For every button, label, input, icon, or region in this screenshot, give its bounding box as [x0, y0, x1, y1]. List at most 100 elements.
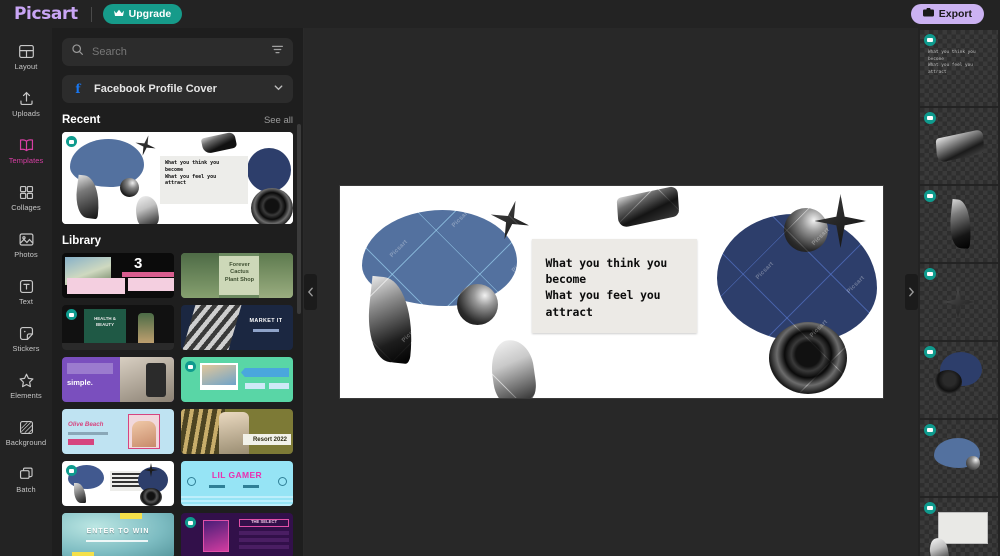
template-market-it[interactable]: MARKET IT	[181, 305, 293, 350]
recent-section-header: Recent See all	[62, 114, 293, 126]
sidebar-label: Templates	[8, 156, 44, 166]
tool-rail: Layout Uploads Templates Collages Photos…	[0, 28, 52, 556]
background-icon	[18, 419, 35, 436]
sidebar-item-batch[interactable]: Batch	[0, 457, 52, 503]
layer-note-hand[interactable]	[920, 498, 998, 556]
layer-blob-dark[interactable]	[920, 342, 998, 418]
search-input[interactable]	[92, 46, 263, 58]
library-section-header: Library	[62, 235, 293, 247]
sidebar-item-text[interactable]: Text	[0, 269, 52, 315]
sidebar-item-uploads[interactable]: Uploads	[0, 81, 52, 127]
filter-icon[interactable]	[271, 43, 284, 61]
template-enter-to-win[interactable]: ENTER TO WIN	[62, 513, 174, 556]
video-badge-icon	[924, 34, 936, 46]
video-badge-icon	[924, 268, 936, 280]
sphere-small	[456, 284, 498, 325]
category-select[interactable]: f Facebook Profile Cover	[62, 75, 293, 103]
sidebar-item-photos[interactable]: Photos	[0, 222, 52, 268]
recent-template-card[interactable]: What you think you become What you feel …	[62, 132, 293, 224]
sidebar-item-collages[interactable]: Collages	[0, 175, 52, 221]
sidebar-item-layout[interactable]: Layout	[0, 34, 52, 80]
photo-icon	[18, 231, 35, 248]
template-caption: LIL GAMER	[211, 470, 263, 480]
video-badge-icon	[924, 346, 936, 358]
recent-see-all[interactable]: See all	[264, 115, 293, 126]
picsart-editor: Picsart Upgrade Export Layout Uploads Te…	[0, 0, 1000, 556]
camera-lens-shape	[768, 322, 847, 394]
video-badge-icon	[66, 309, 77, 320]
recent-card-quote: What you think you become What you feel …	[165, 160, 220, 187]
top-bar: Picsart Upgrade Export	[0, 0, 1000, 28]
template-health-beauty[interactable]: HEALTH & BEAUTY	[62, 305, 174, 350]
video-badge-icon	[185, 517, 196, 528]
sidebar-item-elements[interactable]: Elements	[0, 363, 52, 409]
upgrade-button[interactable]: Upgrade	[102, 4, 183, 24]
sidebar-label: Stickers	[12, 344, 40, 354]
template-resort-2022[interactable]: Resort 2022	[181, 409, 293, 454]
template-caption: MARKET IT	[249, 318, 283, 324]
divider	[90, 6, 92, 22]
picsart-logo[interactable]: Picsart	[8, 4, 78, 24]
panel-content[interactable]: Recent See all What you think you become…	[52, 103, 303, 556]
template-fashion-3[interactable]: 3	[62, 253, 174, 298]
video-badge-icon	[66, 465, 77, 476]
template-quote-blue[interactable]	[62, 461, 174, 506]
video-badge-icon	[185, 361, 196, 372]
text-icon	[18, 278, 35, 295]
template-forever-cactus[interactable]: Forever Cactus Plant Shop	[181, 253, 293, 298]
design-canvas[interactable]: What you think you become What you feel …	[339, 186, 883, 398]
sidebar-item-templates[interactable]: Templates	[0, 128, 52, 174]
template-simple[interactable]: simple.	[62, 357, 174, 402]
layer-scroll-object[interactable]	[920, 108, 998, 184]
upload-icon	[18, 90, 35, 107]
collapse-left-panel-button[interactable]	[304, 274, 317, 310]
template-olive-beach[interactable]: Olive Beach	[62, 409, 174, 454]
templates-panel: f Facebook Profile Cover Recent See all	[52, 28, 304, 556]
sidebar-item-background[interactable]: Background	[0, 410, 52, 456]
collapse-right-panel-button[interactable]	[905, 274, 918, 310]
template-caption: 3	[134, 255, 143, 272]
sidebar-label: Background	[5, 438, 47, 448]
panel-header: f Facebook Profile Cover	[52, 28, 303, 103]
panel-scrollbar[interactable]	[297, 124, 301, 314]
crown-icon	[113, 9, 124, 19]
quote-note[interactable]: What you think you become What you feel …	[531, 239, 697, 333]
library-title: Library	[62, 235, 101, 247]
sidebar-label: Photos	[14, 250, 38, 260]
library-grid: 3 Forever Cactus Plant Shop HEALTH & BEA…	[62, 253, 293, 556]
video-badge-icon	[924, 502, 936, 514]
upgrade-label: Upgrade	[128, 8, 172, 20]
sphere-large	[783, 208, 828, 252]
batch-icon	[18, 466, 35, 483]
video-badge-icon	[924, 424, 936, 436]
search-icon	[71, 43, 84, 61]
video-badge-icon	[924, 112, 936, 124]
chevron-down-icon	[273, 82, 284, 96]
template-caption: Olive Beach	[68, 421, 104, 428]
layer-text-quote[interactable]: What you think you become What you feel …	[920, 30, 998, 106]
search-bar[interactable]	[62, 38, 293, 66]
templates-icon	[18, 137, 35, 154]
sidebar-item-stickers[interactable]: Stickers	[0, 316, 52, 362]
template-lil-gamer[interactable]: LIL GAMER	[181, 461, 293, 506]
template-caption: ENTER TO WIN	[86, 528, 150, 535]
collages-icon	[18, 184, 35, 201]
layer-horn[interactable]	[920, 186, 998, 262]
template-the-select[interactable]: THE SELECT	[181, 513, 293, 556]
sidebar-label: Elements	[10, 391, 42, 401]
layers-panel[interactable]: What you think you become What you feel …	[918, 28, 1000, 556]
category-label: Facebook Profile Cover	[94, 83, 217, 95]
layout-icon	[18, 43, 35, 60]
editor-body: Layout Uploads Templates Collages Photos…	[0, 28, 1000, 556]
template-caption: THE SELECT	[250, 519, 278, 524]
recent-title: Recent	[62, 114, 101, 126]
layer-star[interactable]	[920, 264, 998, 340]
layer-blob-light[interactable]	[920, 420, 998, 496]
hand-shape	[487, 337, 538, 398]
export-button[interactable]: Export	[910, 4, 984, 24]
scroll-object	[616, 186, 679, 229]
template-caption: Forever Cactus Plant Shop	[224, 262, 255, 283]
canvas-stage: What you think you become What you feel …	[304, 28, 918, 556]
template-worlds-up[interactable]	[181, 357, 293, 402]
facebook-icon: f	[75, 82, 81, 96]
